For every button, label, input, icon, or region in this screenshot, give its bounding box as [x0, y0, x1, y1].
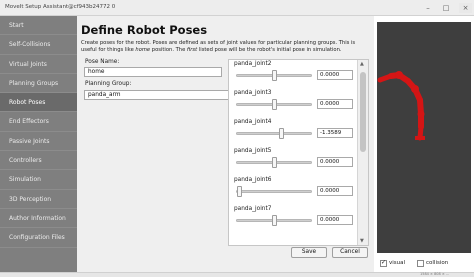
description-emphasis-first: first [186, 46, 198, 53]
joint-value-input[interactable]: 0.0000 [317, 157, 353, 167]
sidebar-item-passive-joints[interactable]: Passive Joints [0, 132, 77, 152]
robot-3d-view[interactable] [377, 22, 471, 253]
pose-name-input[interactable]: home [84, 67, 222, 77]
status-bar: 1584 × 808 × ... [0, 272, 474, 277]
joint-slider-handle[interactable] [271, 70, 277, 81]
joint-slider-handle[interactable] [271, 157, 277, 168]
planning-group-select[interactable]: panda_arm ▼ [84, 90, 250, 100]
joint-value-input[interactable]: 0.0000 [317, 70, 353, 80]
joint-name: panda_joint3 [234, 90, 272, 96]
scroll-down-icon[interactable]: ▼ [360, 238, 364, 244]
sidebar-item-virtual-joints[interactable]: Virtual Joints [0, 55, 77, 74]
joint-value-input[interactable]: 0.0000 [317, 186, 353, 196]
close-icon[interactable]: × [459, 3, 472, 13]
joint-name: panda_joint7 [234, 206, 272, 212]
joint-row: panda_joint2 0.0000 [229, 61, 357, 89]
joint-name: panda_joint5 [234, 148, 272, 154]
description-emphasis-home: home [135, 46, 151, 53]
robot-gripper [415, 136, 425, 140]
view-options: visual collision [377, 257, 471, 271]
joint-name: panda_joint2 [234, 61, 272, 67]
sidebar-item-simulation[interactable]: Simulation [0, 170, 77, 190]
robot-poses-panel: Define Robot Poses Create poses for the … [77, 16, 374, 272]
scrollbar-thumb[interactable] [360, 72, 366, 152]
robot-joint [417, 110, 425, 118]
joint-row: panda_joint3 0.0000 [229, 90, 357, 118]
joint-slider-handle[interactable] [237, 186, 243, 197]
joint-slider-track[interactable] [236, 132, 312, 135]
joint-row: panda_joint5 0.0000 [229, 148, 357, 176]
visual-label: visual [389, 260, 406, 266]
robot-joint [395, 71, 403, 79]
collision-checkbox[interactable] [417, 260, 424, 267]
page-description: Create poses for the robot. Poses are de… [81, 40, 356, 53]
sidebar-item-3d-perception[interactable]: 3D Perception [0, 190, 77, 209]
sidebar-nav: Start Self-Collisions Virtual Joints Pla… [0, 16, 77, 272]
sidebar-item-planning-groups[interactable]: Planning Groups [0, 74, 77, 94]
robot-model [377, 71, 425, 141]
scroll-up-icon[interactable]: ▲ [360, 61, 364, 67]
window-titlebar: MoveIt Setup Assistant@cf943b24772 0 – □… [0, 0, 474, 16]
joint-value-input[interactable]: 0.0000 [317, 215, 353, 225]
sidebar-item-start[interactable]: Start [0, 16, 77, 36]
pose-name-label: Pose Name: [85, 59, 120, 65]
cancel-button[interactable]: Cancel [332, 247, 368, 258]
sidebar-item-controllers[interactable]: Controllers [0, 151, 77, 171]
sidebar-item-end-effectors[interactable]: End Effectors [0, 112, 77, 132]
status-text: 1584 × 808 × ... [420, 272, 450, 276]
joint-name: panda_joint6 [234, 177, 272, 183]
robot-arm-links [377, 72, 424, 141]
joint-value-input[interactable]: -1.3589 [317, 128, 353, 138]
joints-scrollbar[interactable]: ▲ ▼ [357, 60, 368, 245]
sidebar-item-self-collisions[interactable]: Self-Collisions [0, 35, 77, 55]
planning-group-label: Planning Group: [85, 81, 132, 87]
minimize-icon[interactable]: – [423, 3, 433, 13]
maximize-icon[interactable]: □ [441, 3, 451, 13]
sidebar-item-author-information[interactable]: Author Information [0, 209, 77, 229]
joint-row: panda_joint4 -1.3589 [229, 119, 357, 147]
joint-sliders-area: panda_joint2 0.0000 panda_joint3 0.0000 … [228, 59, 369, 246]
sidebar-item-configuration-files[interactable]: Configuration Files [0, 228, 77, 248]
joint-row: panda_joint7 0.0000 [229, 206, 357, 234]
visual-checkbox[interactable] [380, 259, 387, 267]
window-title: MoveIt Setup Assistant@cf943b24772 0 [5, 4, 116, 10]
joint-slider-handle[interactable] [271, 99, 277, 110]
joint-slider-track[interactable] [236, 190, 312, 193]
collision-label: collision [426, 260, 449, 266]
save-button[interactable]: Save [291, 247, 327, 258]
planning-group-value: panda_arm [88, 92, 121, 98]
joint-slider-handle[interactable] [278, 128, 284, 139]
joint-row: panda_joint6 0.0000 [229, 177, 357, 205]
robot-joint [411, 85, 419, 93]
joint-slider-handle[interactable] [271, 215, 277, 226]
sidebar-item-robot-poses[interactable]: Robot Poses [0, 93, 77, 113]
joint-value-input[interactable]: 0.0000 [317, 99, 353, 109]
page-title: Define Robot Poses [81, 23, 208, 37]
joint-name: panda_joint4 [234, 119, 272, 125]
